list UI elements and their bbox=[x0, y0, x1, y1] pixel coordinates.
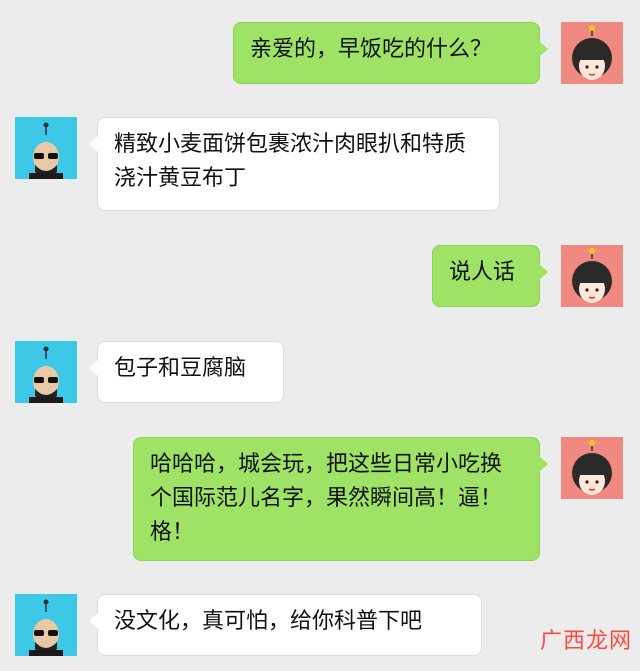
message-text: 说人话 bbox=[449, 260, 516, 285]
message-bubble-incoming[interactable]: 精致小麦面饼包裹浓汁肉眼扒和特质浇汁黄豆布丁 bbox=[89, 117, 500, 211]
message-text: 精致小麦面饼包裹浓汁肉眼扒和特质浇汁黄豆布丁 bbox=[114, 132, 467, 191]
boy-avatar-icon[interactable] bbox=[15, 117, 77, 179]
message-text: 哈哈哈，城会玩，把这些日常小吃换个国际范儿名字，果然瞬间高！逼！格！ bbox=[150, 452, 503, 545]
girl-avatar-icon[interactable] bbox=[561, 437, 623, 499]
message-bubble-outgoing[interactable]: 哈哈哈，城会玩，把这些日常小吃换个国际范儿名字，果然瞬间高！逼！格！ bbox=[133, 437, 548, 561]
girl-avatar-icon[interactable] bbox=[561, 245, 623, 307]
message-bubble-incoming[interactable]: 包子和豆腐脑 bbox=[89, 341, 284, 403]
message-text: 没文化，真可怕，给你科普下吧 bbox=[114, 609, 423, 634]
message-bubble-incoming[interactable]: 没文化，真可怕，给你科普下吧 bbox=[89, 594, 482, 656]
watermark-logo: 广西龙网 bbox=[540, 623, 632, 655]
boy-avatar-icon[interactable] bbox=[15, 594, 77, 656]
message-bubble-outgoing[interactable]: 说人话 bbox=[432, 245, 548, 307]
girl-avatar-icon[interactable] bbox=[561, 22, 623, 84]
watermark-text: 广西龙网 bbox=[539, 629, 632, 654]
message-text: 包子和豆腐脑 bbox=[114, 356, 247, 381]
message-bubble-outgoing[interactable]: 亲爱的，早饭吃的什么？ bbox=[233, 22, 548, 84]
message-text: 亲爱的，早饭吃的什么？ bbox=[250, 37, 493, 62]
boy-avatar-icon[interactable] bbox=[15, 341, 77, 403]
